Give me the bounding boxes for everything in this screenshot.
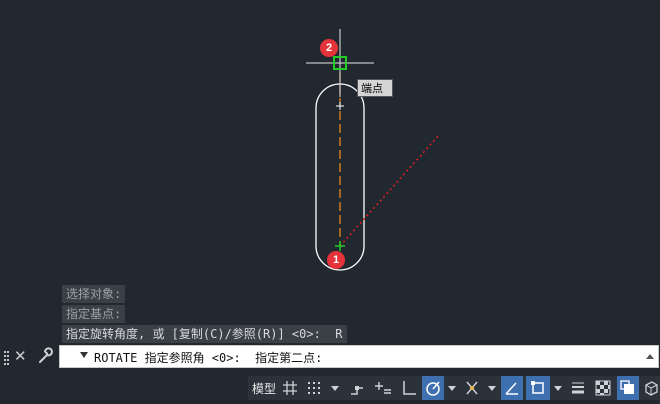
command-input[interactable]: ROTATE 指定参照角 <0>: 指定第二点: bbox=[59, 345, 659, 368]
history-line-1: 选择对象: bbox=[62, 285, 126, 303]
ortho-icon[interactable] bbox=[398, 376, 420, 400]
model-space-label: 模型 bbox=[251, 381, 276, 396]
close-icon[interactable]: ✕ bbox=[14, 347, 27, 365]
grip-handle[interactable] bbox=[4, 349, 10, 365]
chevron-down-icon bbox=[448, 385, 456, 391]
chevron-up-icon[interactable] bbox=[646, 354, 654, 359]
chevron-down-icon bbox=[488, 385, 496, 391]
isodraft-dropdown[interactable] bbox=[486, 376, 498, 400]
chevron-down-icon[interactable] bbox=[80, 352, 88, 358]
dynamic-input-icon[interactable] bbox=[371, 376, 395, 400]
snap-icon[interactable] bbox=[303, 376, 325, 400]
transparency-icon[interactable] bbox=[592, 376, 614, 400]
polar-dropdown[interactable] bbox=[446, 376, 458, 400]
chevron-down-icon bbox=[554, 385, 562, 391]
object-snap-tracking-icon[interactable] bbox=[501, 376, 523, 400]
isodraft-icon[interactable] bbox=[460, 376, 484, 400]
osnap-dropdown[interactable] bbox=[552, 376, 564, 400]
3d-osnap-icon[interactable] bbox=[642, 376, 660, 400]
wrench-icon[interactable] bbox=[36, 347, 54, 365]
polar-tracking-icon[interactable] bbox=[422, 376, 444, 400]
history-line-2: 指定基点: bbox=[62, 305, 126, 323]
command-text: ROTATE 指定参照角 <0>: 指定第二点: bbox=[94, 351, 323, 365]
model-space-button[interactable]: 模型 bbox=[250, 376, 278, 400]
badge-first-point: 1 bbox=[327, 251, 345, 269]
badge-second-point: 2 bbox=[320, 39, 338, 57]
object-snap-icon[interactable] bbox=[526, 376, 550, 400]
chevron-down-icon bbox=[331, 385, 339, 391]
history-line-3: 指定旋转角度, 或 [复制(C)/参照(R)] <0>: R bbox=[62, 325, 347, 343]
snap-tooltip: 端点 bbox=[357, 79, 393, 97]
grid-icon[interactable] bbox=[280, 376, 300, 400]
snap-dropdown[interactable] bbox=[328, 376, 342, 400]
lineweight-icon[interactable] bbox=[567, 376, 589, 400]
rotation-rubberband-line bbox=[339, 133, 441, 247]
selection-cycling-icon[interactable] bbox=[617, 376, 639, 400]
infer-constraints-icon[interactable] bbox=[346, 376, 368, 400]
